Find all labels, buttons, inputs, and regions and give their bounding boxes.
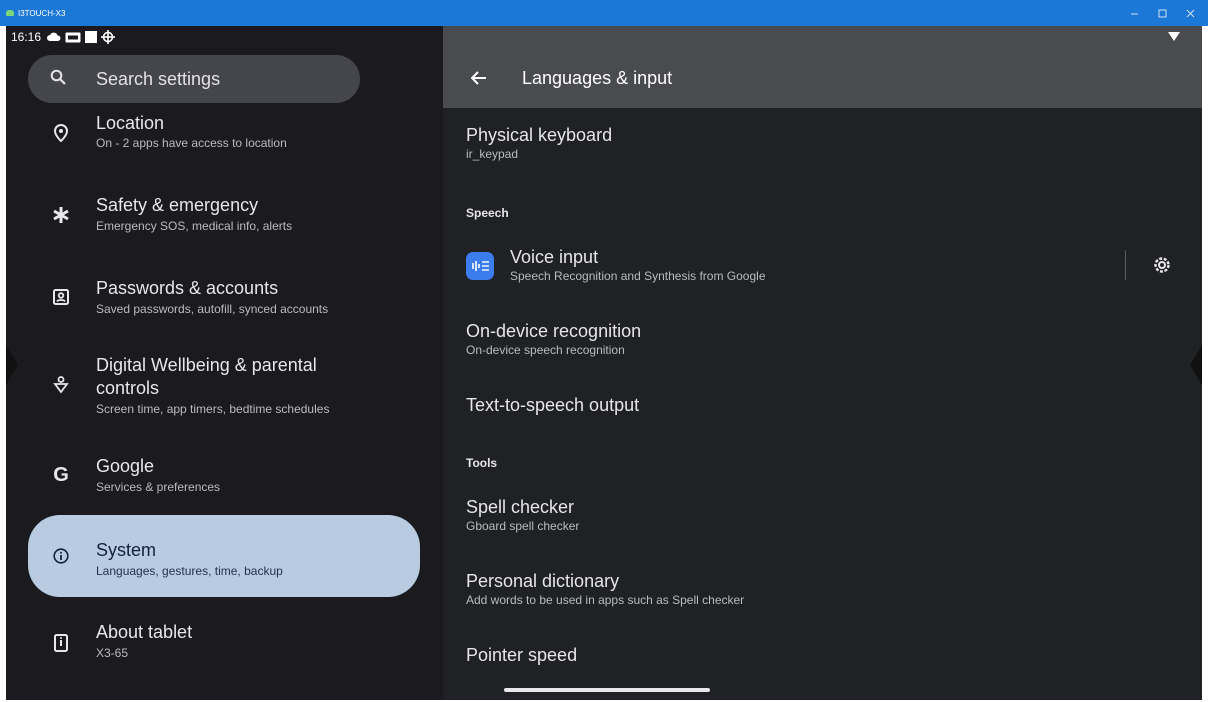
- settings-list-pane: 16:16 Search settings Location On - 2 ap…: [6, 26, 443, 700]
- physical-keyboard-row[interactable]: Physical keyboard ir_keypad: [466, 124, 612, 162]
- personal-dictionary-row[interactable]: Personal dictionary Add words to be used…: [466, 570, 744, 608]
- item-title: Passwords & accounts: [96, 278, 279, 298]
- cloud-icon: [47, 32, 61, 41]
- settings-item-about-tablet[interactable]: About tablet X3-65: [28, 614, 420, 674]
- minimize-icon: [1130, 13, 1138, 14]
- row-subtitle: Speech Recognition and Synthesis from Go…: [510, 269, 766, 283]
- item-subtitle: Saved passwords, autofill, synced accoun…: [96, 302, 329, 316]
- row-subtitle: Add words to be used in apps such as Spe…: [466, 593, 745, 607]
- languages-input-pane: Languages & input Physical keyboard ir_k…: [443, 26, 1202, 700]
- row-title: On-device recognition: [466, 321, 642, 341]
- row-subtitle: ir_keypad: [466, 147, 519, 161]
- asterisk-icon: [50, 204, 72, 226]
- spell-checker-row[interactable]: Spell checker Gboard spell checker: [466, 496, 579, 534]
- emulator-title-bar: I3TOUCH-X3: [0, 0, 1208, 26]
- app-title-text: I3TOUCH-X3: [18, 8, 66, 18]
- location-pin-icon: [50, 122, 72, 144]
- on-device-recognition-row[interactable]: On-device recognition On-device speech r…: [466, 320, 641, 358]
- row-subtitle: On-device speech recognition: [466, 343, 625, 357]
- text-to-speech-row[interactable]: Text-to-speech output: [466, 394, 639, 416]
- section-header-tools: Tools: [466, 456, 498, 470]
- item-subtitle: Services & preferences: [96, 480, 221, 494]
- status-time: 16:16: [11, 30, 42, 44]
- status-bar: 16:16: [6, 26, 443, 48]
- settings-item-location[interactable]: Location On - 2 apps have access to loca…: [28, 108, 420, 178]
- row-title: Spell checker: [466, 497, 575, 517]
- wifi-icon: [1168, 32, 1180, 41]
- item-title: System: [96, 540, 157, 560]
- settings-item-system[interactable]: System Languages, gestures, time, backup: [28, 515, 420, 597]
- search-placeholder: Search settings: [96, 68, 221, 89]
- settings-item-digital-wellbeing[interactable]: Digital Wellbeing & parental controls Sc…: [28, 344, 420, 424]
- page-header: Languages & input: [443, 26, 1202, 108]
- settings-item-passwords-accounts[interactable]: Passwords & accounts Saved passwords, au…: [28, 268, 420, 328]
- info-icon: [50, 545, 72, 567]
- row-title: Physical keyboard: [466, 125, 613, 145]
- voice-input-settings-gear-icon[interactable]: [1150, 253, 1174, 277]
- gesture-nav-bar[interactable]: [504, 688, 710, 692]
- item-title: Google: [96, 456, 155, 476]
- crosshair-icon: [101, 30, 116, 44]
- item-subtitle: Emergency SOS, medical info, alerts: [96, 219, 293, 233]
- page-title: Languages & input: [522, 68, 673, 88]
- row-title: Voice input: [510, 247, 599, 267]
- search-settings-bar[interactable]: Search settings: [28, 55, 360, 103]
- back-arrow-icon[interactable]: [467, 66, 491, 90]
- item-title: Location: [96, 113, 165, 133]
- pointer-speed-row[interactable]: Pointer speed: [466, 644, 577, 666]
- item-title-line1: Digital Wellbeing & parental: [96, 355, 317, 375]
- account-box-icon: [50, 286, 72, 308]
- item-subtitle: On - 2 apps have access to location: [96, 136, 287, 150]
- row-subtitle: Gboard spell checker: [466, 519, 580, 533]
- item-subtitle: Languages, gestures, time, backup: [96, 564, 283, 578]
- close-icon: [1186, 9, 1194, 17]
- square-notification-icon: [85, 31, 98, 43]
- item-subtitle: X3-65: [96, 646, 129, 660]
- tablet-icon: [50, 632, 72, 654]
- section-header-speech: Speech: [466, 206, 509, 220]
- search-icon: [50, 69, 70, 90]
- voice-input-row[interactable]: Voice input Speech Recognition and Synth…: [510, 246, 766, 284]
- settings-item-google[interactable]: G Google Services & preferences: [28, 446, 420, 506]
- maximize-icon: [1158, 9, 1166, 17]
- maximize-button[interactable]: [1148, 0, 1176, 26]
- vertical-divider: [1125, 250, 1126, 280]
- item-title: About tablet: [96, 622, 193, 642]
- app-title: I3TOUCH-X3: [6, 0, 65, 26]
- item-title-line2: controls: [96, 378, 160, 398]
- screen-cast-icon: [65, 32, 81, 42]
- device-screen: 16:16 Search settings Location On - 2 ap…: [6, 26, 1202, 700]
- minimize-button[interactable]: [1120, 0, 1148, 26]
- close-button[interactable]: [1176, 0, 1204, 26]
- voice-input-app-icon: [466, 252, 494, 280]
- settings-item-safety[interactable]: Safety & emergency Emergency SOS, medica…: [28, 186, 420, 246]
- row-title: Personal dictionary: [466, 571, 620, 591]
- item-subtitle: Screen time, app timers, bedtime schedul…: [96, 402, 330, 416]
- item-title: Safety & emergency: [96, 195, 259, 215]
- row-title: Pointer speed: [466, 645, 578, 665]
- wellbeing-icon: [50, 374, 72, 396]
- app-icon: [6, 10, 14, 16]
- google-g-icon: G: [53, 463, 69, 486]
- row-title: Text-to-speech output: [466, 395, 640, 415]
